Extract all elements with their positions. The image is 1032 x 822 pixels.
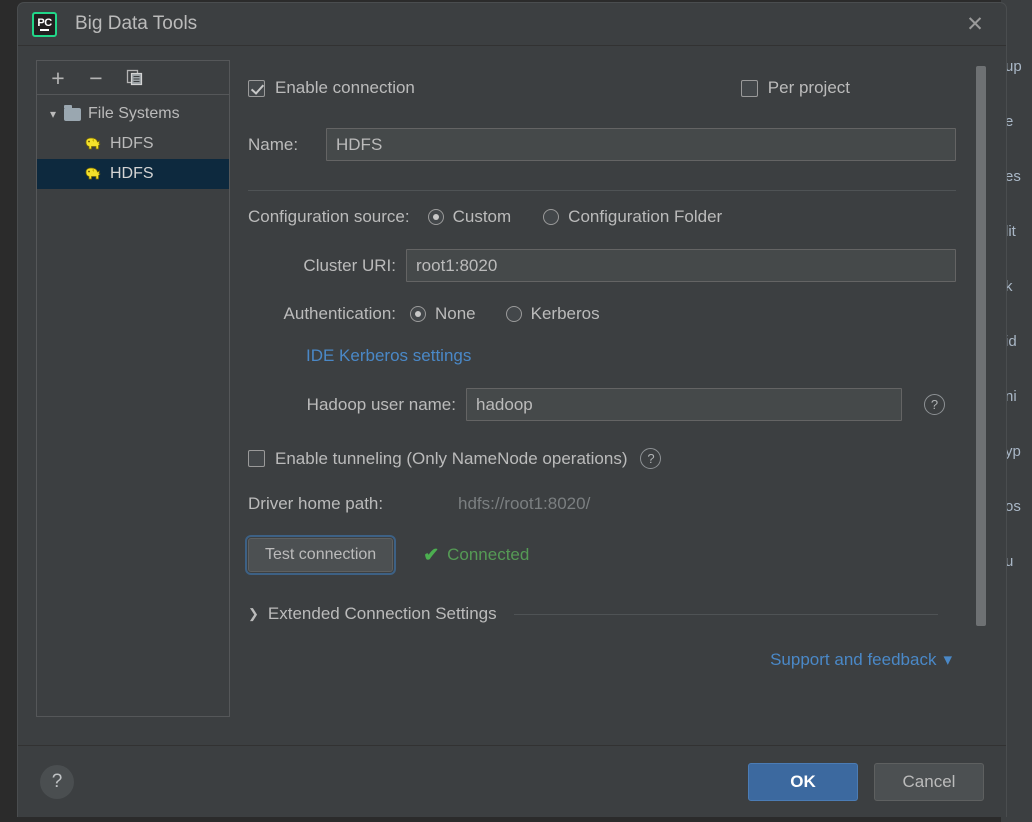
radio-auth-none[interactable] bbox=[410, 306, 426, 322]
section-rule bbox=[513, 613, 938, 615]
test-connection-button[interactable]: Test connection bbox=[244, 535, 397, 575]
radio-config-source-folder[interactable] bbox=[543, 209, 560, 225]
logo-text: PC bbox=[37, 16, 52, 29]
copy-icon-svg bbox=[126, 69, 142, 86]
per-project-checkbox[interactable] bbox=[740, 79, 758, 97]
cancel-button[interactable]: Cancel bbox=[874, 762, 984, 801]
enable-connection-checkbox[interactable] bbox=[248, 79, 265, 97]
settings-form: Enable connection Per project Name: Conf… bbox=[242, 60, 986, 745]
sidebar-toolbar: + − bbox=[37, 61, 229, 95]
enable-tunneling-help-icon[interactable]: ? bbox=[640, 448, 662, 469]
name-label: Name: bbox=[248, 134, 299, 154]
chevron-down-icon[interactable]: ▾ bbox=[45, 107, 61, 121]
dialog-actions: OK Cancel bbox=[748, 762, 984, 801]
radio-auth-kerberos-label[interactable]: Kerberos bbox=[531, 304, 600, 324]
driver-home-path-label: Driver home path: bbox=[248, 494, 384, 513]
cluster-uri-label: Cluster URI: bbox=[303, 255, 396, 275]
copy-icon[interactable] bbox=[123, 67, 145, 89]
connection-status-text: Connected bbox=[447, 545, 530, 564]
hadoop-user-name-help-icon[interactable]: ? bbox=[924, 394, 945, 415]
settings-pane: Enable connection Per project Name: Conf… bbox=[242, 60, 992, 745]
configuration-source-label: Configuration source: bbox=[248, 207, 410, 226]
hadoop-user-name-input[interactable] bbox=[466, 388, 902, 421]
tree-item-hdfs-2[interactable]: HDFS bbox=[37, 159, 229, 189]
ide-kerberos-settings-link[interactable]: IDE Kerberos settings bbox=[306, 346, 471, 366]
enable-connection-label[interactable]: Enable connection bbox=[275, 78, 415, 98]
hadoop-elephant-icon bbox=[85, 137, 101, 150]
radio-config-source-custom-label[interactable]: Custom bbox=[453, 207, 512, 227]
page-title: Big Data Tools bbox=[75, 13, 198, 34]
radio-auth-none-label[interactable]: None bbox=[435, 304, 476, 324]
chevron-down-icon[interactable]: ▾ bbox=[943, 650, 952, 670]
section-divider bbox=[248, 190, 956, 191]
bg-text-fragment: yp bbox=[1005, 443, 1021, 460]
close-icon[interactable]: ✕ bbox=[962, 11, 988, 37]
connections-sidebar: + − ▾ File Systems HDFS HDFS bbox=[36, 60, 230, 717]
extended-connection-settings-label: Extended Connection Settings bbox=[267, 604, 497, 623]
checkmark-icon: ✔ bbox=[423, 544, 440, 566]
support-and-feedback-link[interactable]: Support and feedback bbox=[770, 650, 936, 670]
hadoop-user-name-label: Hadoop user name: bbox=[306, 394, 456, 414]
per-project-label[interactable]: Per project bbox=[768, 78, 850, 98]
ok-button[interactable]: OK bbox=[748, 762, 858, 801]
radio-auth-kerberos[interactable] bbox=[505, 306, 522, 322]
dialog-body: + − ▾ File Systems HDFS HDFS Enable conn… bbox=[18, 46, 1006, 745]
extended-connection-settings-section[interactable]: ❯ Extended Connection Settings bbox=[248, 604, 956, 624]
driver-home-path-value: hdfs://root1:8020/ bbox=[458, 494, 591, 513]
radio-config-source-custom[interactable] bbox=[427, 209, 444, 225]
authentication-label: Authentication: bbox=[283, 304, 396, 323]
tree-item-label: HDFS bbox=[110, 165, 154, 182]
enable-tunneling-checkbox[interactable] bbox=[248, 450, 265, 467]
name-input[interactable] bbox=[326, 128, 956, 161]
radio-config-source-folder-label[interactable]: Configuration Folder bbox=[568, 207, 722, 227]
chevron-right-icon[interactable]: ❯ bbox=[248, 606, 259, 622]
tree-item-label: File Systems bbox=[88, 105, 180, 122]
bg-text-fragment: es bbox=[1005, 168, 1021, 185]
tree-item-file-systems[interactable]: ▾ File Systems bbox=[37, 99, 229, 129]
big-data-tools-dialog: PC Big Data Tools ✕ + − ▾ File Systems H… bbox=[17, 2, 1007, 817]
hadoop-elephant-icon bbox=[85, 167, 101, 180]
remove-connection-button[interactable]: − bbox=[85, 66, 107, 89]
logo-underline bbox=[40, 28, 49, 31]
dialog-titlebar: PC Big Data Tools ✕ bbox=[18, 3, 1006, 46]
folder-icon bbox=[64, 104, 81, 121]
tree-item-label: HDFS bbox=[110, 135, 154, 152]
help-button[interactable]: ? bbox=[40, 764, 74, 799]
dialog-bottom-bar: ? OK Cancel bbox=[18, 745, 1006, 817]
connections-tree: ▾ File Systems HDFS HDFS bbox=[37, 95, 229, 189]
tree-item-hdfs-1[interactable]: HDFS bbox=[37, 129, 229, 159]
pycharm-logo-icon: PC bbox=[32, 11, 57, 37]
enable-tunneling-label[interactable]: Enable tunneling (Only NameNode operatio… bbox=[275, 449, 627, 469]
add-connection-button[interactable]: + bbox=[47, 66, 69, 89]
bg-text-fragment: os bbox=[1005, 498, 1021, 515]
cluster-uri-input[interactable] bbox=[406, 249, 956, 282]
bg-text-fragment: up bbox=[1005, 58, 1022, 75]
